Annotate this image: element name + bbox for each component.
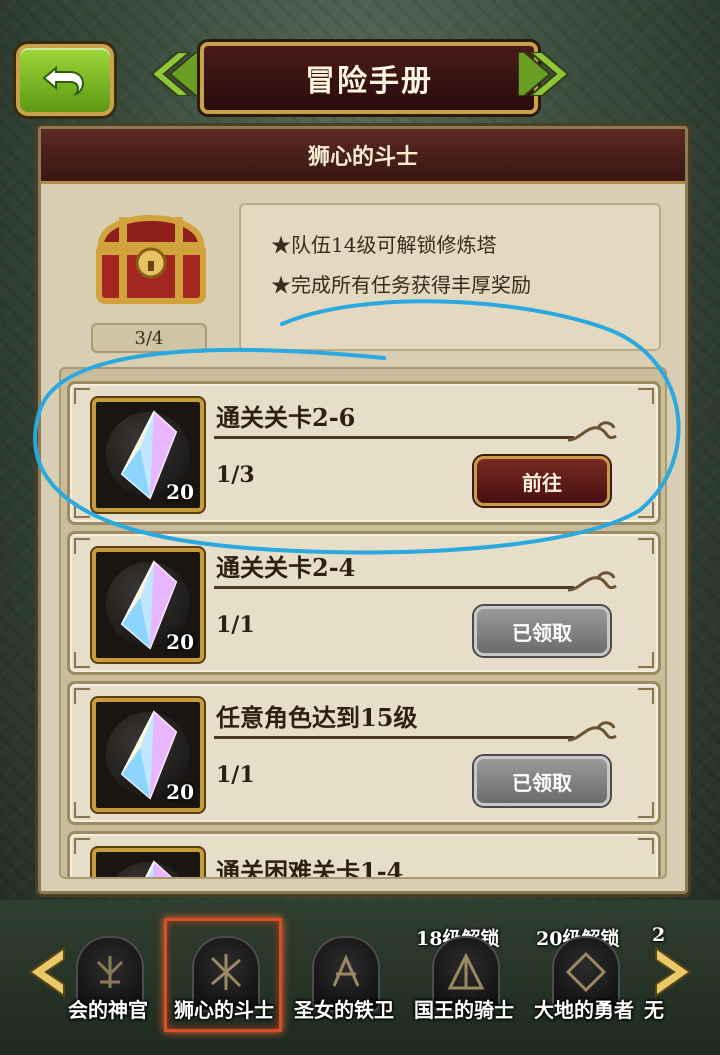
tab-label: 大地的勇者	[534, 998, 634, 1022]
tab-label: 狮心的斗士	[174, 998, 274, 1022]
return-arrow-icon	[42, 65, 84, 97]
flourish-ornament	[567, 721, 617, 742]
tab-chapter-5[interactable]: 大地的勇者	[524, 928, 644, 1038]
crystal-reward-icon	[92, 848, 204, 877]
scroll-right-arrow-icon[interactable]	[640, 944, 696, 1000]
chevron-left-ornament	[150, 52, 202, 96]
divider	[214, 436, 574, 439]
flourish-ornament	[567, 571, 617, 592]
quest-title: 通关关卡2-4	[216, 553, 356, 582]
info-line-2: ★完成所有任务获得丰厚奖励	[271, 273, 531, 297]
reward-count: 20	[166, 630, 194, 654]
quest-item: 20 通关关卡2-4 1/1 已领取	[67, 531, 661, 675]
tab-label: 国王的骑士	[414, 998, 514, 1022]
tab-label: 会的神官	[68, 998, 148, 1022]
quest-title: 通关困难关卡1-4	[216, 857, 404, 879]
reward-count: 20	[166, 780, 194, 804]
go-button[interactable]: 前往	[474, 456, 610, 506]
divider	[214, 736, 574, 739]
panel-title: 狮心的斗士	[41, 129, 685, 184]
crystal-icon	[145, 860, 172, 877]
chevron-right-ornament	[518, 52, 570, 96]
crystal-reward-icon: 20	[92, 698, 204, 812]
treasure-chest-icon[interactable]	[89, 199, 213, 311]
crystal-reward-icon: 20	[92, 548, 204, 662]
quest-progress: 1/1	[216, 762, 255, 788]
quest-title: 任意角色达到15级	[216, 703, 418, 732]
quest-progress: 1/1	[216, 612, 255, 638]
adventure-panel: 狮心的斗士 3/4 ★队伍14级可解锁修炼塔 ★完成所有任务获得丰厚奖励 20 …	[38, 126, 688, 894]
quest-item: 20 任意角色达到15级 1/1 已领取	[67, 681, 661, 825]
flourish-ornament	[567, 421, 617, 442]
tab-chapter-1[interactable]: 会的神官	[48, 928, 168, 1038]
quest-progress: 1/3	[216, 462, 255, 488]
tab-chapter-3[interactable]: 圣女的铁卫	[284, 928, 404, 1038]
quest-title: 通关关卡2-6	[216, 403, 356, 432]
claimed-button[interactable]: 已领取	[474, 606, 610, 656]
tab-chapter-2[interactable]: 狮心的斗士	[164, 918, 284, 1038]
tab-chapter-4[interactable]: 国王的骑士	[404, 928, 524, 1038]
info-box: ★队伍14级可解锁修炼塔 ★完成所有任务获得丰厚奖励	[239, 203, 661, 351]
tab-label: 圣女的铁卫	[294, 998, 394, 1022]
claimed-button[interactable]: 已领取	[474, 756, 610, 806]
back-button[interactable]	[16, 44, 114, 116]
divider	[214, 586, 574, 589]
page-title: 冒险手册	[200, 42, 538, 114]
reward-count: 20	[166, 480, 194, 504]
info-line-1: ★队伍14级可解锁修炼塔	[271, 233, 497, 257]
quest-item: 通关困难关卡1-4	[67, 831, 661, 879]
crystal-reward-icon: 20	[92, 398, 204, 512]
quest-list[interactable]: 20 通关关卡2-6 1/3 前往 20 通关关卡2-4 1/1 已领取 20 …	[59, 367, 667, 879]
quest-item: 20 通关关卡2-6 1/3 前往	[67, 381, 661, 525]
chest-progress: 3/4	[91, 323, 207, 353]
